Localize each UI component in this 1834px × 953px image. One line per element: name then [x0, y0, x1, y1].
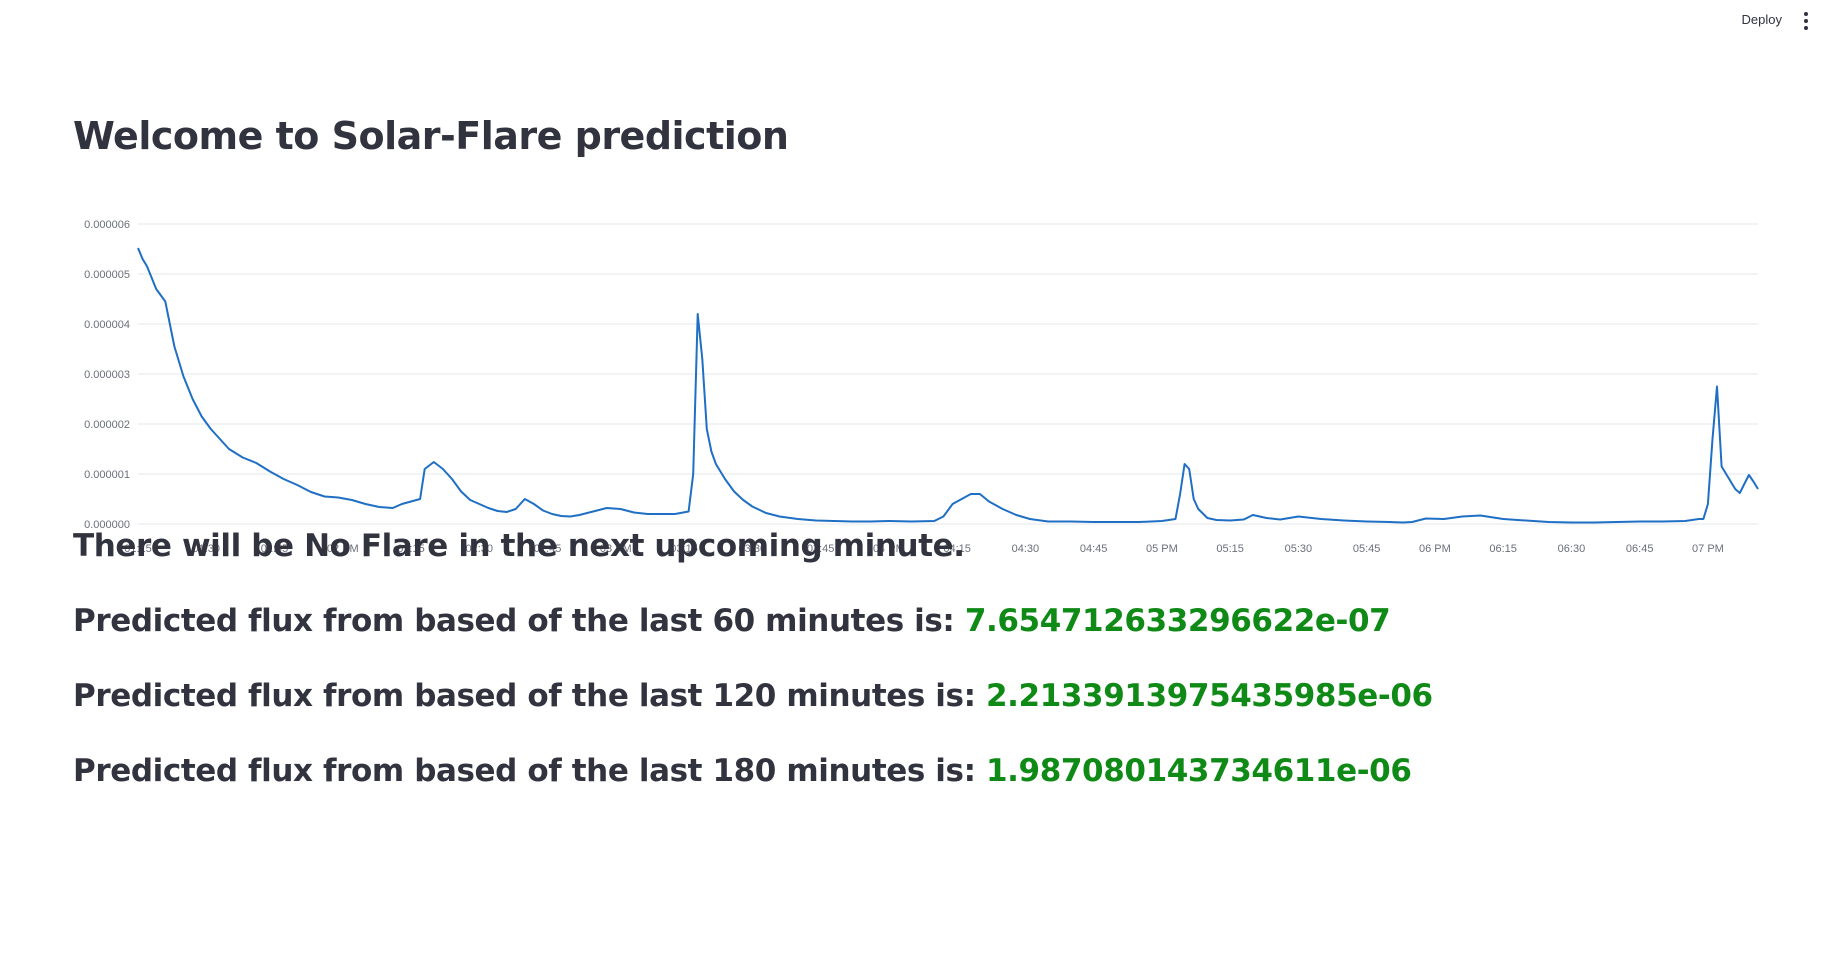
prediction-60-value: 7.654712633296622e-07 [964, 603, 1391, 639]
top-toolbar: Deploy [0, 0, 1834, 44]
prediction-180-value: 1.987080143734611e-06 [986, 753, 1412, 789]
x-tick-label: 05:30 [1285, 543, 1313, 555]
y-tick-label: 0.000003 [84, 369, 130, 381]
prediction-120-value: 2.2133913975435985e-06 [986, 678, 1433, 714]
prediction-60-line: Predicted flux from based of the last 60… [73, 603, 1391, 639]
prediction-120-line: Predicted flux from based of the last 12… [73, 678, 1433, 714]
y-tick-label: 0.000002 [84, 419, 130, 431]
x-tick-label: 06:15 [1489, 543, 1517, 555]
prediction-180-label: Predicted flux from based of the last 18… [73, 753, 976, 789]
x-tick-label: 04:45 [1080, 543, 1108, 555]
y-tick-label: 0.000001 [84, 469, 130, 481]
x-tick-label: 05:15 [1216, 543, 1244, 555]
flare-status-message: There will be No Flare in the next upcom… [73, 528, 965, 564]
flux-series-line [137, 247, 1759, 524]
prediction-180-line: Predicted flux from based of the last 18… [73, 753, 1412, 789]
y-tick-label: 0.000006 [84, 219, 130, 231]
flux-line-chart[interactable]: 0.0000000.0000010.0000020.0000030.000004… [70, 214, 1770, 564]
x-tick-label: 05 PM [1146, 543, 1178, 555]
app-page: Deploy Welcome to Solar-Flare prediction… [0, 0, 1834, 953]
x-tick-label: 06:45 [1626, 543, 1654, 555]
vertical-dots-icon[interactable] [1800, 9, 1812, 33]
x-tick-label: 07 PM [1692, 543, 1724, 555]
prediction-60-label: Predicted flux from based of the last 60… [73, 603, 955, 639]
x-tick-label: 04:30 [1012, 543, 1040, 555]
y-tick-label: 0.000005 [84, 269, 130, 281]
page-title: Welcome to Solar-Flare prediction [73, 114, 789, 158]
x-tick-label: 06:30 [1558, 543, 1586, 555]
prediction-120-label: Predicted flux from based of the last 12… [73, 678, 976, 714]
deploy-button[interactable]: Deploy [1742, 12, 1782, 27]
x-tick-label: 05:45 [1353, 543, 1381, 555]
y-tick-label: 0.000004 [84, 319, 130, 331]
x-tick-label: 06 PM [1419, 543, 1451, 555]
